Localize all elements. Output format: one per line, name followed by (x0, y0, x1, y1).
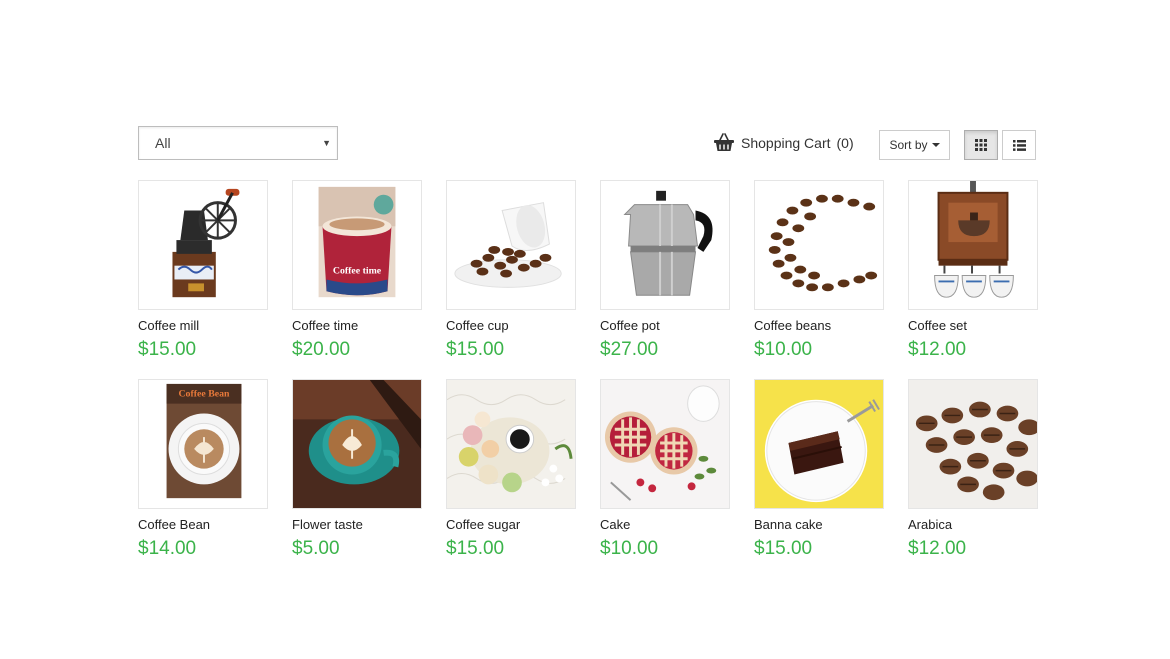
product-card[interactable]: Coffee cup $15.00 (446, 180, 576, 360)
sort-by-label: Sort by (889, 138, 928, 152)
product-image-flower-taste[interactable] (292, 379, 422, 509)
product-price: $14.00 (138, 538, 197, 559)
product-name[interactable]: Coffee Bean (138, 517, 268, 533)
product-image-coffee-beans[interactable] (754, 180, 884, 310)
product-image-banna-cake[interactable] (754, 379, 884, 509)
caret-down-icon (931, 143, 940, 147)
product-card[interactable]: Coffee time Coffee time $20.00 (292, 180, 422, 360)
product-image-coffee-bean[interactable]: Coffee Bean (138, 379, 268, 509)
cart-count: (0) (836, 135, 854, 151)
product-name[interactable]: Coffee beans (754, 318, 884, 334)
product-card[interactable]: Coffee sugar $15.00 (446, 379, 576, 559)
product-name[interactable]: Coffee time (292, 318, 422, 334)
product-name[interactable]: Flower taste (292, 517, 422, 533)
product-price: $5.00 (292, 538, 340, 559)
product-card[interactable]: Banna cake $15.00 (754, 379, 884, 559)
product-price: $12.00 (908, 339, 967, 360)
product-card[interactable]: Coffee mill $15.00 (138, 180, 268, 360)
product-card[interactable]: Coffee Bean Coffee Bean $14.00 (138, 379, 268, 559)
product-image-coffee-set[interactable] (908, 180, 1038, 310)
product-price: $15.00 (446, 538, 505, 559)
sort-by-button[interactable]: Sort by (879, 130, 950, 160)
product-card[interactable]: Coffee beans $10.00 (754, 180, 884, 360)
category-select-value: All (155, 135, 171, 151)
product-name[interactable]: Coffee sugar (446, 517, 576, 533)
category-select[interactable]: All ▼ (138, 126, 338, 160)
list-view-button[interactable] (1002, 130, 1036, 160)
shopping-cart-label: Shopping Cart (741, 135, 831, 151)
list-icon (1012, 139, 1026, 151)
product-image-coffee-pot[interactable] (600, 180, 730, 310)
product-card[interactable]: Coffee pot $27.00 (600, 180, 730, 360)
product-name[interactable]: Banna cake (754, 517, 884, 533)
product-card[interactable]: Arabica $12.00 (908, 379, 1038, 559)
product-name[interactable]: Coffee set (908, 318, 1038, 334)
product-image-arabica[interactable] (908, 379, 1038, 509)
product-name[interactable]: Arabica (908, 517, 1038, 533)
product-price: $10.00 (754, 339, 813, 360)
product-image-coffee-mill[interactable] (138, 180, 268, 310)
product-card[interactable]: Cake $10.00 (600, 379, 730, 559)
product-name[interactable]: Coffee pot (600, 318, 730, 334)
basket-icon (714, 133, 734, 151)
product-card[interactable]: Flower taste $5.00 (292, 379, 422, 559)
shop-toolbar: All ▼ Shopping Cart (0) Sort by (138, 126, 1036, 160)
product-price: $12.00 (908, 538, 967, 559)
product-price: $15.00 (754, 538, 813, 559)
product-image-coffee-sugar[interactable] (446, 379, 576, 509)
product-image-coffee-time[interactable]: Coffee time (292, 180, 422, 310)
coffee-bean-image-caption: Coffee Bean (178, 389, 230, 400)
product-name[interactable]: Coffee mill (138, 318, 268, 334)
product-name[interactable]: Cake (600, 517, 730, 533)
coffee-time-image-caption: Coffee time (333, 266, 382, 277)
chevron-down-icon: ▼ (322, 138, 331, 148)
product-name[interactable]: Coffee cup (446, 318, 576, 334)
grid-view-button[interactable] (964, 130, 998, 160)
product-price: $15.00 (446, 339, 505, 360)
product-image-coffee-cup[interactable] (446, 180, 576, 310)
product-image-cake[interactable] (600, 379, 730, 509)
shopping-cart-link[interactable]: Shopping Cart (0) (713, 132, 854, 154)
product-price: $20.00 (292, 339, 351, 360)
product-card[interactable]: Coffee set $12.00 (908, 180, 1038, 360)
product-price: $10.00 (600, 538, 659, 559)
product-price: $27.00 (600, 339, 659, 360)
product-price: $15.00 (138, 339, 197, 360)
grid-icon (975, 139, 987, 151)
